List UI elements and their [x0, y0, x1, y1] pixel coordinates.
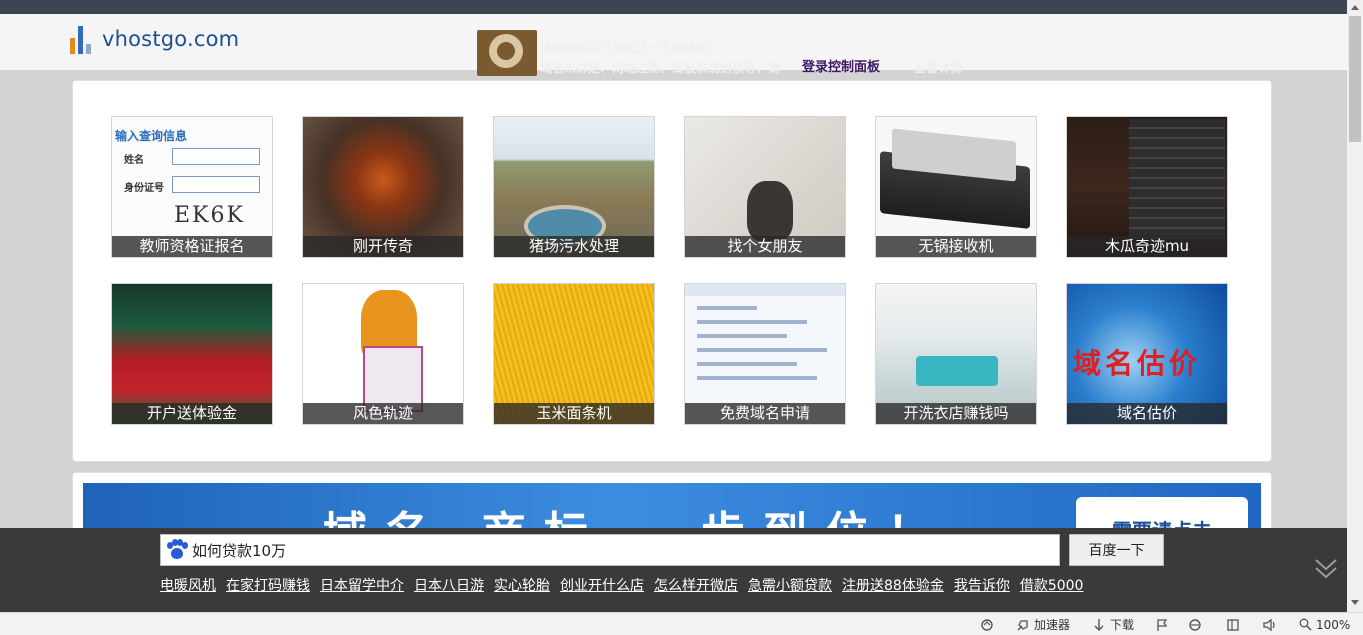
tile-caption: 开户送体验金 — [112, 403, 272, 424]
download-arrow-icon — [1094, 618, 1104, 631]
browser-status-bar: 加速器 下载 100% — [0, 612, 1363, 635]
tile-caption: 玉米面条机 — [494, 403, 654, 424]
scrollbar-thumb[interactable] — [1349, 16, 1361, 142]
tile-caption: 教师资格证报名 — [112, 236, 272, 257]
hot-link[interactable]: 电暖风机 — [160, 576, 216, 596]
scroll-down-arrow-icon[interactable] — [1351, 600, 1359, 605]
tile-caption: 风色轨迹 — [303, 403, 463, 424]
baidu-search-button[interactable]: 百度一下 — [1069, 534, 1164, 566]
zoom-level: 100% — [1316, 617, 1351, 632]
refresh-icon[interactable] — [980, 613, 994, 635]
accelerator-button[interactable]: 加速器 — [1016, 613, 1070, 635]
hot-link[interactable]: 实心轮胎 — [494, 576, 550, 596]
tile-laundry-shop[interactable]: 开洗衣店赚钱吗 — [875, 283, 1037, 425]
tile-caption: 域名估价 — [1067, 403, 1227, 424]
magnifier-icon — [1299, 618, 1312, 631]
double-chevron-down-icon[interactable] — [1313, 556, 1339, 582]
form-label-id: 身份证号 — [124, 183, 164, 194]
rocket-icon — [1017, 619, 1028, 630]
notice-line-2-text: 域名未绑定、网站过期、或被系统封禁等，请 — [540, 61, 781, 75]
tile-caption: 刚开传奇 — [303, 236, 463, 257]
ad-tiles-panel: 输入查询信息 姓名 身份证号 EK6K 教师资格证报名 刚开传奇 猪场污水处理 … — [72, 80, 1272, 462]
hot-link[interactable]: 急需小额贷款 — [748, 576, 832, 596]
logo-text: vhostgo.com — [102, 27, 240, 51]
notice-tail: 查看详情 — [914, 61, 963, 75]
tile-mu-game[interactable]: 木瓜奇迹mu — [1066, 116, 1228, 258]
site-logo[interactable]: vhostgo.com — [70, 22, 239, 56]
hot-link[interactable]: 日本留学中介 — [320, 576, 404, 596]
notice-avatar-icon — [477, 30, 537, 76]
zoom-control[interactable]: 100% — [1299, 613, 1350, 635]
tile-receiver[interactable]: 无锅接收机 — [875, 116, 1037, 258]
tile-teacher-cert[interactable]: 输入查询信息 姓名 身份证号 EK6K 教师资格证报名 — [111, 116, 273, 258]
tile-caption: 猪场污水处理 — [494, 236, 654, 257]
window-icon[interactable] — [1226, 613, 1240, 635]
tile-caption: 找个女朋友 — [685, 236, 845, 257]
bar-chart-logo-icon — [70, 24, 94, 54]
tile-caption: 无锅接收机 — [876, 236, 1036, 257]
tile-domain-valuation[interactable]: 域名估价 域名估价 — [1066, 283, 1228, 425]
ie-compat-icon[interactable] — [1188, 613, 1202, 635]
form-box-id — [172, 176, 260, 193]
hot-link[interactable]: 怎么样开微店 — [654, 576, 738, 596]
speaker-icon[interactable] — [1262, 613, 1278, 635]
tile-overlay-text: 域名估价 — [1073, 347, 1202, 380]
vertical-scrollbar[interactable] — [1347, 0, 1363, 612]
tile-pig-farm-sewage[interactable]: 猪场污水处理 — [493, 116, 655, 258]
notice-line-2: 域名未绑定、网站过期、或被系统封禁等，请 查看详情 — [540, 58, 962, 78]
search-box — [160, 534, 1060, 566]
flag-icon[interactable] — [1155, 613, 1169, 635]
tile-account-bonus[interactable]: 开户送体验金 — [111, 283, 273, 425]
top-strip — [0, 0, 1347, 14]
tile-corn-noodle-machine[interactable]: 玉米面条机 — [493, 283, 655, 425]
notice-line-1: 该网站因以下原因之一不能访问: — [540, 41, 713, 55]
hot-link[interactable]: 注册送88体验金 — [842, 576, 944, 596]
hot-link[interactable]: 借款5000 — [1020, 576, 1084, 596]
accelerator-label: 加速器 — [1034, 618, 1071, 632]
tile-caption: 免费域名申请 — [685, 403, 845, 424]
hot-link[interactable]: 我告诉你 — [954, 576, 1010, 596]
download-label: 下载 — [1110, 618, 1135, 632]
login-control-panel-link[interactable]: 登录控制面板 — [802, 58, 880, 78]
download-button[interactable]: 下载 — [1092, 613, 1134, 635]
baidu-search-bar: 百度一下 电暖风机 在家打码赚钱 日本留学中介 日本八日游 实心轮胎 创业开什么… — [0, 528, 1347, 612]
tile-caption: 开洗衣店赚钱吗 — [876, 403, 1036, 424]
hot-link[interactable]: 创业开什么店 — [560, 576, 644, 596]
scroll-up-arrow-icon[interactable] — [1351, 5, 1359, 10]
form-label-name: 姓名 — [124, 155, 144, 166]
tile-caption: 木瓜奇迹mu — [1067, 236, 1227, 257]
tile-legend-game[interactable]: 刚开传奇 — [302, 116, 464, 258]
baidu-paw-icon — [166, 539, 188, 561]
hot-search-links: 电暖风机 在家打码赚钱 日本留学中介 日本八日游 实心轮胎 创业开什么店 怎么样… — [160, 576, 1083, 596]
form-box-name — [172, 148, 260, 165]
tile-find-girlfriend[interactable]: 找个女朋友 — [684, 116, 846, 258]
search-input[interactable] — [192, 536, 1059, 564]
tile-free-domain[interactable]: 免费域名申请 — [684, 283, 846, 425]
tile-wind-trail[interactable]: 风色轨迹 — [302, 283, 464, 425]
hot-link[interactable]: 在家打码赚钱 — [226, 576, 310, 596]
captcha-text: EK6K — [174, 203, 245, 228]
hot-link[interactable]: 日本八日游 — [414, 576, 484, 596]
form-title: 输入查询信息 — [115, 129, 188, 143]
